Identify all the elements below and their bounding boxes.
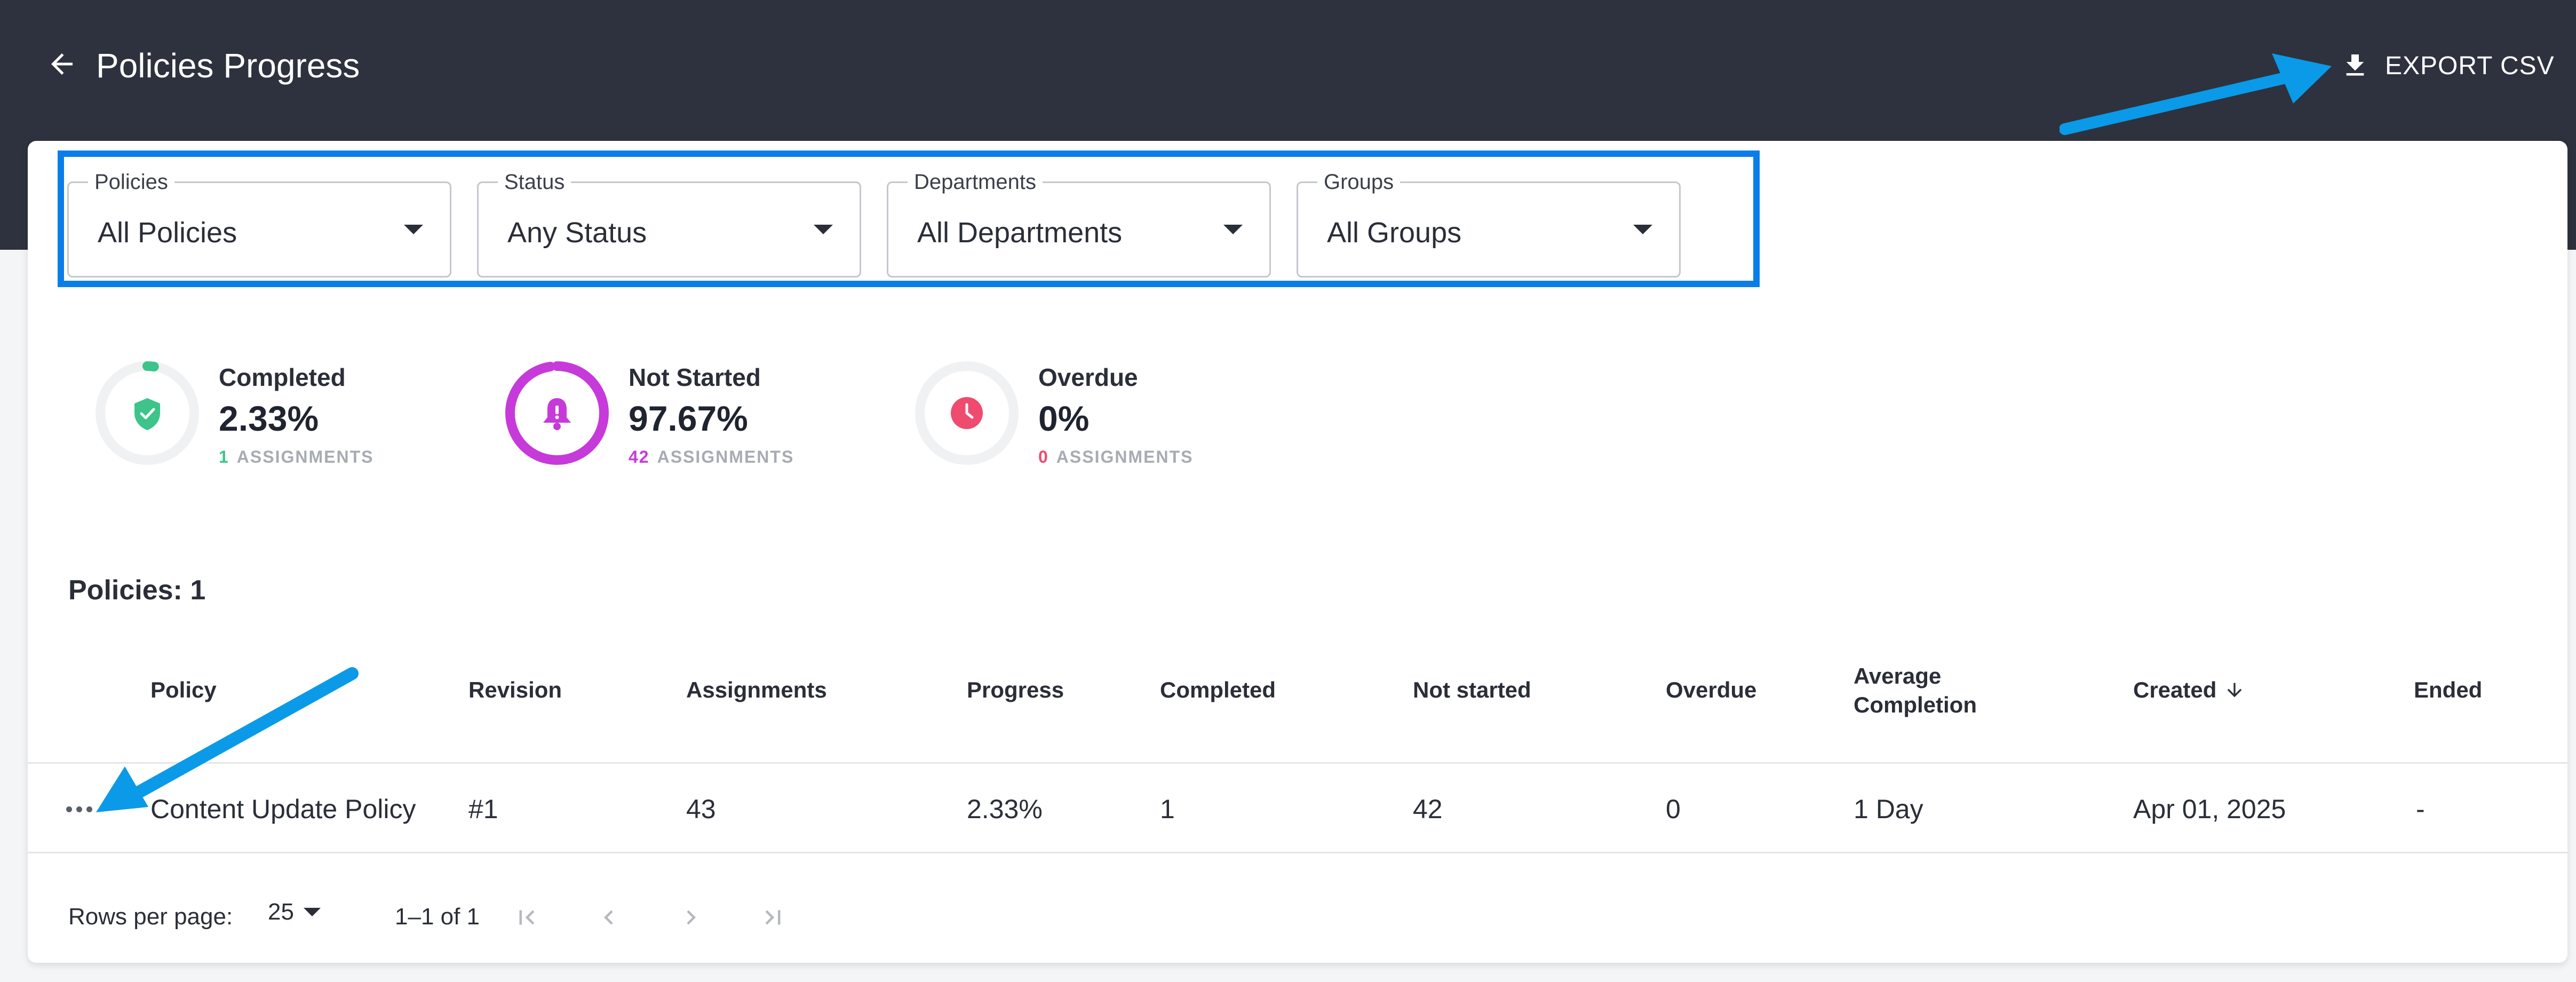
arrow-left-icon [51, 53, 73, 75]
caret-down-icon [303, 908, 321, 916]
cell-completed: 1 [1160, 794, 1175, 824]
groups-filter-select[interactable]: Groups All Groups [1297, 167, 1681, 278]
filter-legend: Status [498, 167, 571, 197]
chevron-right-icon [687, 910, 696, 925]
export-csv-label: EXPORT CSV [2385, 51, 2555, 80]
cell-overdue: 0 [1666, 794, 1681, 824]
stat-count: 42 [629, 447, 650, 466]
column-header-assignments[interactable]: Assignments [686, 676, 827, 704]
column-header-revision[interactable]: Revision [468, 676, 562, 704]
column-header-line: Average [1854, 663, 1942, 688]
filter-value: All Groups [1327, 217, 1462, 249]
shield-check-icon [134, 398, 160, 430]
cell-created: Apr 01, 2025 [2133, 794, 2286, 824]
stat-unit: ASSIGNMENTS [1056, 447, 1194, 466]
main-card: Policies All Policies Status Any Status … [28, 141, 2567, 963]
filter-value: All Departments [917, 217, 1123, 249]
last-page-button[interactable] [754, 899, 792, 936]
dot [86, 806, 92, 812]
column-header-progress[interactable]: Progress [967, 676, 1064, 704]
stat-completed: Completed 2.33% 1 ASSIGNMENTS [55, 360, 429, 477]
stat-count: 0 [1038, 447, 1049, 466]
column-header-label: Created [2133, 677, 2217, 702]
caret-down-icon [1223, 225, 1243, 234]
sort-descending-icon [2228, 683, 2242, 698]
caret-down-icon [1633, 225, 1652, 234]
stat-unit: ASSIGNMENTS [657, 447, 794, 466]
stat-percent: 97.67% [629, 399, 748, 438]
cell-average-completion: 1 Day [1854, 794, 1923, 824]
progress-ring [96, 361, 199, 465]
stat-unit: ASSIGNMENTS [236, 447, 374, 466]
bell-icon [543, 398, 571, 430]
filter-value: All Policies [98, 217, 237, 249]
filter-value: Any Status [507, 217, 647, 249]
rows-per-page-value: 25 [268, 899, 294, 925]
cell-revision: #1 [468, 794, 498, 824]
stat-assignments: 42 ASSIGNMENTS [629, 447, 794, 467]
caret-down-icon [814, 225, 833, 234]
stat-percent: 2.33% [219, 399, 319, 438]
export-csv-button[interactable]: EXPORT CSV [2340, 44, 2555, 88]
first-page-button[interactable] [508, 899, 545, 936]
column-header-line: Completion [1854, 692, 1977, 717]
cell-assignments: 43 [686, 794, 716, 824]
row-actions-button[interactable] [59, 797, 99, 821]
stat-label: Not Started [629, 363, 761, 391]
stat-percent: 0% [1038, 399, 1090, 438]
stat-not-started: Not Started 97.67% 42 ASSIGNMENTS [465, 360, 839, 477]
page-title: Policies Progress [96, 46, 360, 85]
column-header-ended[interactable]: Ended [2414, 676, 2482, 704]
progress-ring [505, 361, 609, 465]
rows-per-page-label: Rows per page: [68, 904, 233, 930]
status-filter-select[interactable]: Status Any Status [477, 167, 861, 278]
stat-label: Overdue [1038, 363, 1138, 391]
column-header-completed[interactable]: Completed [1160, 676, 1276, 704]
filter-legend: Groups [1317, 167, 1401, 197]
filter-legend: Policies [88, 167, 174, 197]
previous-page-button[interactable] [590, 899, 627, 936]
divider [28, 762, 2567, 764]
column-header-overdue[interactable]: Overdue [1666, 676, 1756, 704]
policies-filter-select[interactable]: Policies All Policies [67, 167, 451, 278]
filter-legend: Departments [908, 167, 1043, 197]
column-header-average-completion[interactable]: Average Completion [1854, 662, 1977, 719]
last-page-icon [765, 910, 781, 925]
chevron-left-icon [604, 910, 613, 925]
policies-count: Policies: 1 [68, 575, 206, 606]
dot [76, 806, 82, 812]
caret-down-icon [404, 225, 423, 234]
stat-assignments: 1 ASSIGNMENTS [219, 447, 373, 467]
cell-policy[interactable]: Content Update Policy [150, 792, 416, 826]
stat-overdue: Overdue 0% 0 ASSIGNMENTS [875, 360, 1249, 477]
cell-ended: - [2416, 794, 2425, 824]
back-button[interactable] [43, 45, 81, 83]
cell-not-started: 42 [1413, 794, 1443, 824]
download-icon [2346, 54, 2364, 76]
next-page-button[interactable] [672, 899, 710, 936]
clock-icon [951, 397, 983, 429]
column-header-created[interactable]: Created [2133, 676, 2245, 704]
column-header-not-started[interactable]: Not started [1413, 676, 1531, 704]
rows-per-page-select[interactable]: 25 [268, 899, 321, 925]
departments-filter-select[interactable]: Departments All Departments [887, 167, 1271, 278]
stat-assignments: 0 ASSIGNMENTS [1038, 447, 1193, 467]
divider [28, 852, 2567, 853]
dot [66, 806, 72, 812]
cell-progress: 2.33% [967, 794, 1043, 824]
first-page-icon [519, 910, 535, 925]
column-header-policy[interactable]: Policy [150, 676, 217, 704]
pagination-range: 1–1 of 1 [395, 904, 480, 930]
stat-label: Completed [219, 363, 346, 391]
progress-ring [915, 361, 1019, 465]
stat-count: 1 [219, 447, 229, 466]
